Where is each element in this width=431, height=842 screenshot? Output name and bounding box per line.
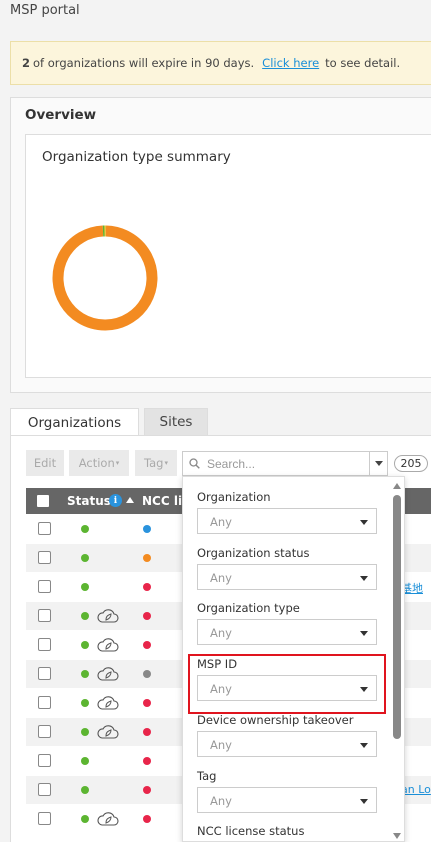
sort-ascending-icon[interactable] [126,497,134,503]
status-online-dot [81,699,89,707]
status-online-dot [81,612,89,620]
org-type-summary-title: Organization type summary [42,149,231,165]
status-online-dot [81,728,89,736]
ncc-license-status-dot [143,612,151,620]
ncc-license-status-dot [143,728,151,736]
select-all-checkbox[interactable] [37,495,49,507]
chevron-down-icon [360,575,368,581]
status-online-dot [81,525,89,533]
row-checkbox[interactable] [38,725,51,738]
cloud-leaf-icon [96,809,120,832]
ncc-license-status-dot [143,525,151,533]
overview-title: Overview [25,107,97,123]
status-online-dot [81,786,89,794]
status-online-dot [81,641,89,649]
status-online-dot [81,583,89,591]
chevron-down-icon [360,520,368,525]
row-checkbox[interactable] [38,812,51,825]
search-input[interactable] [207,454,347,473]
ncc-license-status-dot [143,583,151,591]
row-checkbox[interactable] [38,522,51,535]
filter-value: Any [210,737,232,752]
ncc-license-status-dot [143,815,151,823]
ncc-license-status-dot [143,786,151,794]
cloud-leaf-icon [96,664,120,687]
org-type-summary-card: Organization type summary [25,134,431,378]
filter-label-ncc-license-status: NCC license status [197,824,305,839]
row-checkbox[interactable] [38,551,51,564]
edit-button[interactable]: Edit [26,450,64,476]
search-divider [369,452,370,475]
banner-click-here-link[interactable]: Click here [262,56,319,70]
filter-select-organization[interactable]: Any [197,508,377,534]
tab-organizations[interactable]: Organizations [10,408,139,436]
chevron-down-icon: ▾ [164,459,168,467]
row-link[interactable]: an Lo [401,783,431,796]
row-checkbox[interactable] [38,638,51,651]
ncc-license-status-dot [143,699,151,707]
edit-button-label: Edit [33,456,57,470]
action-button-label: Action [78,456,115,470]
page-title: MSP portal [10,3,80,18]
row-checkbox[interactable] [38,754,51,767]
chevron-down-icon: ▾ [115,459,120,467]
overview-section: Overview Organization type summary [10,97,431,393]
tab-sites[interactable]: Sites [144,408,208,436]
filter-label-organization: Organization [197,490,271,504]
row-checkbox[interactable] [38,667,51,680]
row-checkbox[interactable] [38,696,51,709]
org-type-donut-chart [52,225,158,331]
donut-slice-0[interactable] [52,225,158,331]
filter-value: Any [210,570,232,585]
scroll-up-arrow-icon[interactable] [393,483,401,489]
cloud-leaf-icon [96,722,120,745]
action-button[interactable]: Action ▾ [69,450,129,476]
chevron-down-icon [360,742,368,748]
chevron-down-icon [360,798,368,804]
expiry-banner: 2 of organizations will expire in 90 day… [10,41,431,85]
tag-button[interactable]: Tag ▾ [135,450,177,476]
row-checkbox[interactable] [38,609,51,622]
filter-label-organization-type: Organization type [197,601,300,616]
filter-scrollbar[interactable] [392,479,402,841]
scroll-down-arrow-icon[interactable] [393,833,401,839]
filter-label-device-ownership-takeover: Device ownership takeover [197,712,354,727]
ncc-license-status-dot [143,641,151,649]
status-column-header[interactable]: Status [67,494,111,508]
filter-label-organization-status: Organization status [197,545,310,560]
filter-label-tag: Tag [197,768,217,783]
cloud-leaf-icon [96,606,120,629]
search-box [182,451,388,476]
banner-text: of organizations will expire in 90 days. [33,56,255,70]
info-icon[interactable]: i [109,494,122,507]
filter-value: Any [210,793,232,808]
ncc-license-status-dot [143,670,151,678]
banner-count: 2 [22,56,31,70]
row-checkbox[interactable] [38,783,51,796]
filter-select-organization-status[interactable]: Any [197,563,377,590]
row-checkbox[interactable] [38,580,51,593]
result-count-badge: 205 [394,455,428,472]
ncc-license-status-dot [143,757,151,765]
cloud-leaf-icon [96,635,120,658]
ncc-license-status-dot [143,554,151,562]
filter-value: Any [210,515,232,529]
status-online-dot [81,554,89,562]
chevron-down-icon [360,631,368,637]
status-online-dot [81,670,89,678]
scrollbar-thumb[interactable] [393,495,401,739]
tag-button-label: Tag [144,456,164,470]
filter-select-organization-type[interactable]: Any [197,619,377,646]
msp-id-highlight [188,654,386,714]
banner-suffix: to see detail. [325,56,401,70]
cloud-leaf-icon [96,693,120,716]
status-online-dot [81,757,89,765]
search-icon [189,458,200,469]
filter-value: Any [210,626,232,641]
filter-select-tag[interactable]: Any [197,786,377,813]
filter-select-device-ownership-takeover[interactable]: Any [197,730,377,757]
search-dropdown-toggle-icon[interactable] [375,461,383,466]
status-online-dot [81,815,89,823]
